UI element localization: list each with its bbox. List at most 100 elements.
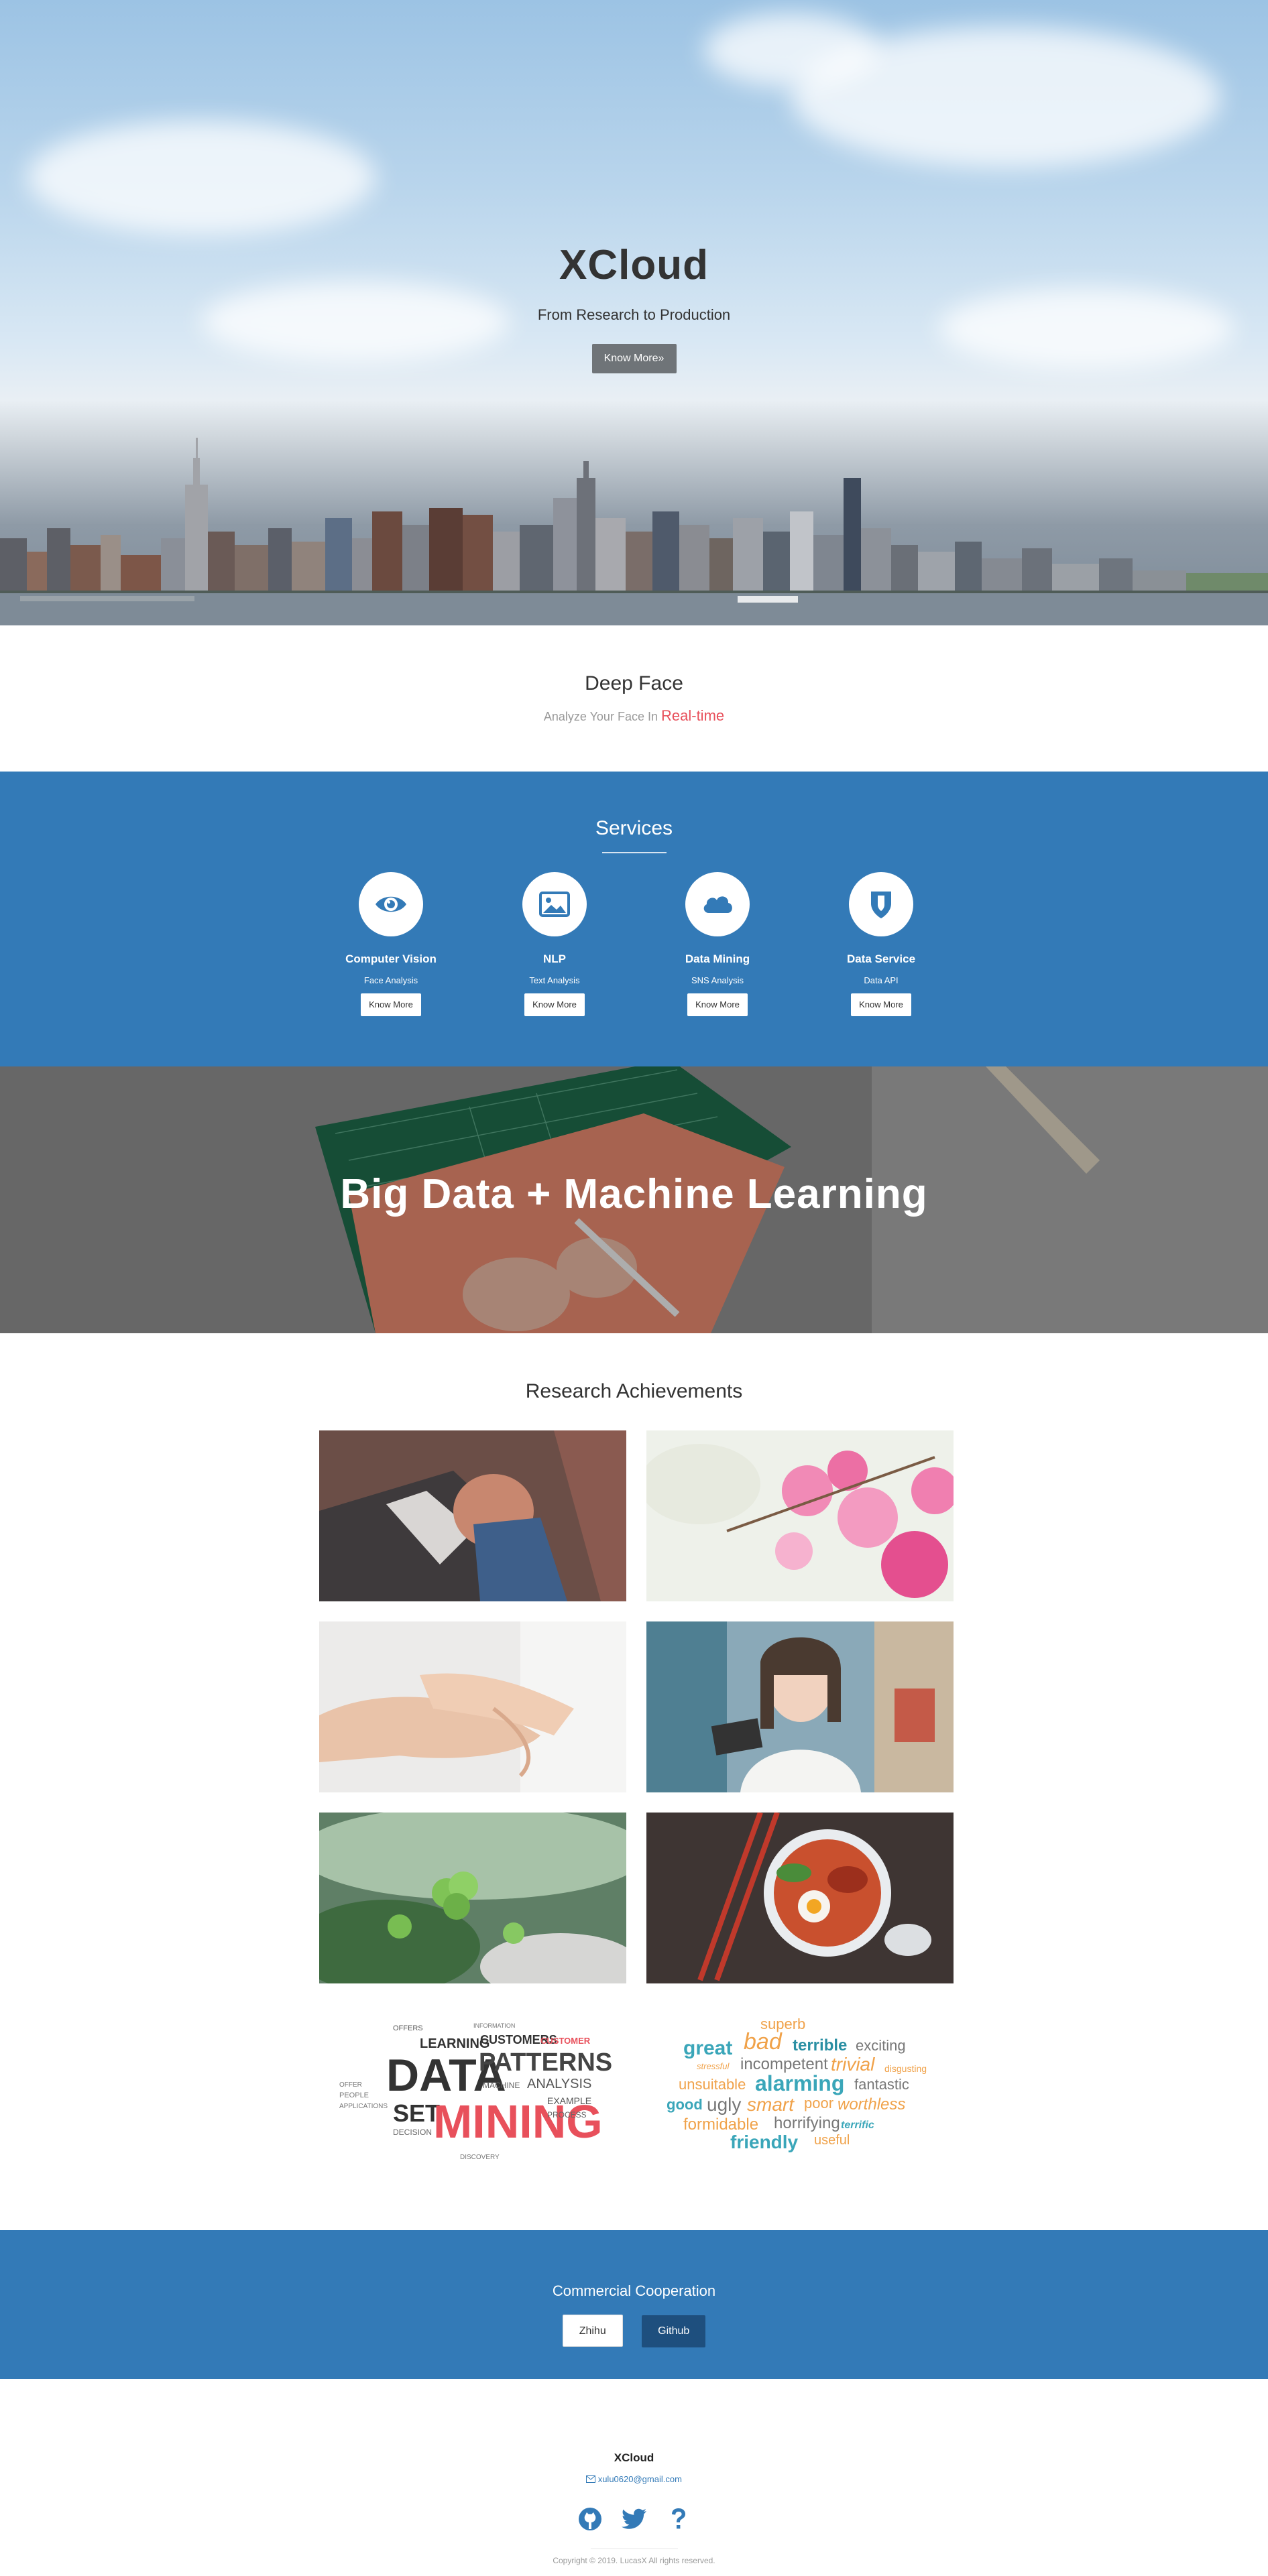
- holding-hands-image: [319, 1621, 626, 1792]
- footer-email-link[interactable]: xulu0620@gmail.com: [598, 2474, 682, 2484]
- service-desc: Face Analysis: [363, 975, 418, 985]
- svg-text:APPLICATIONS: APPLICATIONS: [339, 2103, 388, 2110]
- couple-image: [319, 1430, 626, 1601]
- svg-text:friendly: friendly: [730, 2132, 799, 2152]
- cloud-icon: [703, 896, 732, 913]
- services-title: Services: [595, 817, 673, 839]
- commercial-title: Commercial Cooperation: [552, 2282, 716, 2299]
- svg-text:CUSTOMER: CUSTOMER: [540, 2036, 591, 2046]
- svg-text:unsuitable: unsuitable: [679, 2076, 746, 2093]
- service-nlp: NLP Text Analysis Know More: [501, 872, 608, 1016]
- shield-icon: [871, 892, 891, 918]
- cloud-decoration: [27, 121, 376, 235]
- know-more-button[interactable]: Know More»: [591, 344, 677, 373]
- svg-text:PEOPLE: PEOPLE: [339, 2091, 369, 2099]
- svg-text:OFFER: OFFER: [339, 2081, 362, 2089]
- svg-text:bad: bad: [744, 2029, 783, 2054]
- service-icon-circle: [522, 872, 587, 936]
- commercial-section: Commercial Cooperation Zhihu Github: [0, 2230, 1268, 2379]
- realtime-highlight: Real-time: [661, 707, 725, 724]
- footer: XCloud xulu0620@gmail.com Copyright © 20…: [0, 2379, 1268, 2576]
- question-icon-svg: [671, 2508, 685, 2529]
- deep-face-section: Deep Face Analyze Your Face In Real-time: [0, 625, 1268, 772]
- service-name: Data Mining: [685, 953, 750, 965]
- svg-text:incompetent: incompetent: [740, 2055, 828, 2073]
- clover-sprouts-image: [319, 1813, 626, 1983]
- hero-subtitle: From Research to Production: [537, 306, 731, 323]
- research-section: Research Achievements OFFERS INFORMATION…: [0, 1333, 1268, 2230]
- footer-email-row[interactable]: xulu0620@gmail.com: [0, 2474, 1268, 2484]
- svg-text:useful: useful: [814, 2133, 850, 2148]
- commercial-buttons: Zhihu Github: [0, 2315, 1268, 2347]
- services-section: Services Computer Vision Face Analysis K…: [0, 772, 1268, 1066]
- service-data-service: Data Service Data API Know More: [827, 872, 935, 1016]
- svg-text:OFFERS: OFFERS: [393, 2024, 423, 2032]
- smiling-woman-image: [646, 1621, 954, 1792]
- image-icon: [539, 892, 570, 917]
- svg-text:MACHINE: MACHINE: [483, 2081, 520, 2090]
- hero-title: XCloud: [559, 242, 709, 288]
- deep-face-subtitle: Analyze Your Face In Real-time: [0, 707, 1268, 725]
- svg-text:great: great: [683, 2037, 732, 2059]
- service-know-more-button[interactable]: Know More: [524, 993, 585, 1016]
- svg-text:fantastic: fantastic: [854, 2076, 909, 2093]
- service-know-more-button[interactable]: Know More: [687, 993, 748, 1016]
- envelope-icon: [586, 2475, 596, 2483]
- pink-flowers-photo[interactable]: [646, 1430, 954, 1601]
- svg-text:horrifying: horrifying: [774, 2114, 840, 2132]
- svg-text:disgusting: disgusting: [884, 2063, 927, 2074]
- question-icon[interactable]: [665, 2506, 692, 2532]
- service-icon-circle: [685, 872, 750, 936]
- noodle-bowl-photo[interactable]: [646, 1813, 954, 1983]
- svg-text:smart: smart: [747, 2094, 795, 2115]
- data-mining-wordcloud[interactable]: OFFERS INFORMATION LEARNING CUSTOMERS CU…: [319, 2004, 626, 2174]
- svg-text:ANALYSIS: ANALYSIS: [527, 2077, 591, 2091]
- hero-content: XCloud From Research to Production Know …: [0, 241, 1268, 373]
- pink-flowers-image: [646, 1430, 954, 1601]
- service-desc: Text Analysis: [529, 975, 580, 985]
- deep-face-title: Deep Face: [585, 672, 683, 694]
- github-button[interactable]: Github: [642, 2315, 706, 2347]
- svg-text:terrific: terrific: [841, 2120, 874, 2131]
- svg-text:exciting: exciting: [856, 2037, 906, 2054]
- service-know-more-button[interactable]: Know More: [361, 993, 421, 1016]
- svg-text:formidable: formidable: [683, 2115, 758, 2134]
- sentiment-wordcloud-image: superb great bad terrible exciting stres…: [667, 2016, 927, 2152]
- svg-text:ugly: ugly: [707, 2094, 741, 2115]
- service-name: Data Service: [846, 953, 916, 965]
- couple-photo[interactable]: [319, 1430, 626, 1601]
- svg-text:stressful: stressful: [697, 2061, 730, 2071]
- svg-text:PROCESS: PROCESS: [547, 2110, 587, 2120]
- zhihu-button[interactable]: Zhihu: [562, 2315, 623, 2347]
- svg-text:DISCOVERY: DISCOVERY: [460, 2154, 500, 2161]
- city-skyline-image: [0, 438, 1268, 625]
- data-mining-wordcloud-image: OFFERS INFORMATION LEARNING CUSTOMERS CU…: [339, 2022, 612, 2161]
- deep-face-subtitle-prefix: Analyze Your Face In: [543, 710, 658, 723]
- twitter-icon[interactable]: [621, 2506, 648, 2532]
- smiling-woman-card-photo[interactable]: [646, 1621, 954, 1792]
- twitter-icon-svg: [621, 2508, 646, 2529]
- clover-sprouts-photo[interactable]: [319, 1813, 626, 1983]
- holding-hands-photo[interactable]: [319, 1621, 626, 1792]
- footer-copyright: Copyright © 2019. LucasX All rights rese…: [553, 2556, 715, 2565]
- noodle-bowl-image: [646, 1813, 954, 1983]
- banner-headline: Big Data + Machine Learning: [340, 1171, 928, 1217]
- service-desc: SNS Analysis: [691, 975, 744, 985]
- big-data-banner: Big Data + Machine Learning: [0, 1066, 1268, 1333]
- service-icon-circle: [359, 872, 423, 936]
- hero-section: XCloud From Research to Production Know …: [0, 0, 1268, 625]
- svg-text:INFORMATION: INFORMATION: [473, 2022, 515, 2029]
- github-icon[interactable]: [577, 2506, 603, 2532]
- svg-text:PATTERNS: PATTERNS: [479, 2048, 612, 2077]
- sentiment-wordcloud[interactable]: superb great bad terrible exciting stres…: [646, 2004, 954, 2174]
- service-know-more-button[interactable]: Know More: [851, 993, 911, 1016]
- svg-text:alarming: alarming: [755, 2071, 844, 2095]
- cloud-decoration: [704, 13, 878, 87]
- svg-text:terrible: terrible: [793, 2036, 847, 2054]
- service-desc: Data API: [864, 975, 899, 985]
- svg-text:EXAMPLE: EXAMPLE: [547, 2095, 591, 2106]
- service-name: NLP: [543, 953, 566, 965]
- github-icon-svg: [578, 2508, 601, 2530]
- svg-text:DECISION: DECISION: [393, 2128, 432, 2137]
- service-name: Computer Vision: [345, 953, 437, 965]
